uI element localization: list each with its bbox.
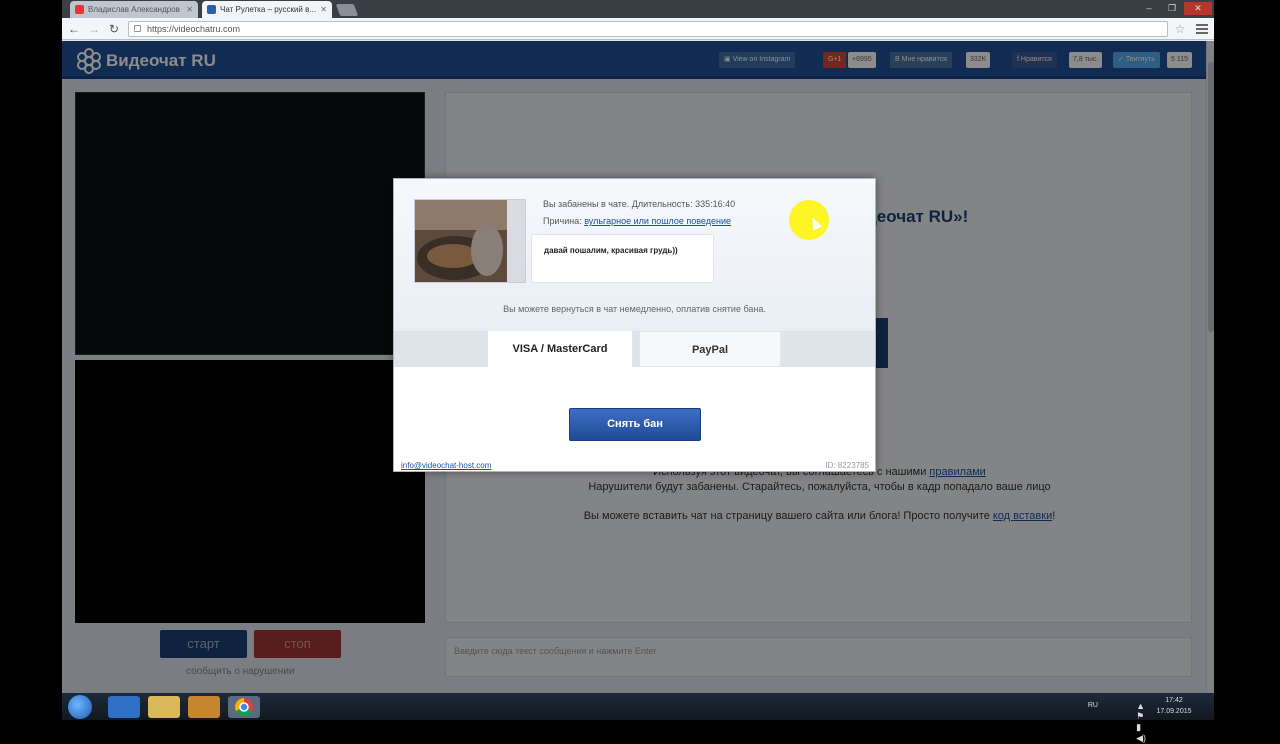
tray-icons[interactable]: ▲ ⚑ ▮ ◀) [1136, 701, 1146, 744]
chrome-logo-icon [235, 698, 253, 716]
close-window-button[interactable]: ✕ [1184, 2, 1212, 15]
site-favicon-icon [207, 5, 216, 14]
pay-info-text: Вы можете вернуться в чат немедленно, оп… [503, 304, 766, 314]
chrome-icon[interactable] [228, 696, 260, 718]
lock-icon [134, 25, 141, 32]
reason-link[interactable]: вульгарное или пошлое поведение [584, 216, 731, 226]
tab-paypal[interactable]: PayPal [639, 331, 781, 367]
browser-tab-videochat[interactable]: Чат Рулетка – русский в... ✕ [202, 1, 332, 18]
maximize-button[interactable]: ❐ [1162, 2, 1182, 15]
taskbar: RU ▲ ⚑ ▮ ◀) 17:42 17.09.2015 [62, 693, 1214, 743]
quote-bubble: давай пошалим, красивая грудь)) [531, 234, 714, 283]
menu-icon[interactable] [1196, 22, 1208, 36]
reload-icon[interactable]: ↻ [106, 21, 122, 37]
tab-label: Чат Рулетка – русский в... [220, 5, 317, 14]
language-indicator[interactable]: RU [1088, 702, 1098, 709]
clock-date: 17.09.2015 [1156, 708, 1192, 715]
url-input[interactable]: https://videochatru.com [128, 21, 1168, 37]
new-tab-button[interactable] [335, 4, 359, 16]
tab-label: Владислав Александров [88, 5, 180, 14]
media-player-icon[interactable] [188, 696, 220, 718]
browser-tab-youtube[interactable]: Владислав Александров ✕ [70, 1, 198, 18]
support-email-link[interactable]: info@videochat-host.com [401, 461, 491, 470]
bookmark-star-icon[interactable]: ☆ [1172, 21, 1188, 37]
payment-tab-strip [394, 331, 875, 367]
tab-visa-mastercard[interactable]: VISA / MasterCard [488, 331, 632, 367]
unban-button[interactable]: Снять бан [569, 408, 701, 441]
ban-title: Вы забанены в чате. Длительность: 335:16… [543, 199, 736, 209]
user-id: ID: 8223785 [825, 461, 869, 470]
reason-label: Причина: [543, 216, 585, 226]
youtube-icon [75, 5, 84, 14]
clock-time[interactable]: 17:42 [1154, 697, 1194, 704]
minimize-button[interactable]: – [1140, 2, 1158, 15]
screenshot-image [415, 200, 525, 282]
browser-tab-bar: Владислав Александров ✕ Чат Рулетка – ру… [62, 0, 1214, 18]
internet-explorer-icon[interactable] [108, 696, 140, 718]
close-icon[interactable]: ✕ [186, 1, 193, 18]
back-icon[interactable]: ← [66, 21, 82, 37]
quote-text: давай пошалим, красивая грудь)) [544, 246, 678, 255]
windows-start-icon[interactable] [68, 695, 92, 719]
address-bar: ← → ↻ https://videochatru.com ☆ [62, 18, 1214, 40]
file-explorer-icon[interactable] [148, 696, 180, 718]
desktop: Владислав Александров ✕ Чат Рулетка – ру… [0, 0, 1280, 743]
close-icon[interactable]: ✕ [320, 1, 327, 18]
url-text: https://videochatru.com [147, 24, 241, 34]
forward-icon[interactable]: → [86, 21, 102, 37]
ban-reason: Причина: вульгарное или пошлое поведение [543, 216, 731, 226]
ban-screenshot [414, 199, 526, 283]
